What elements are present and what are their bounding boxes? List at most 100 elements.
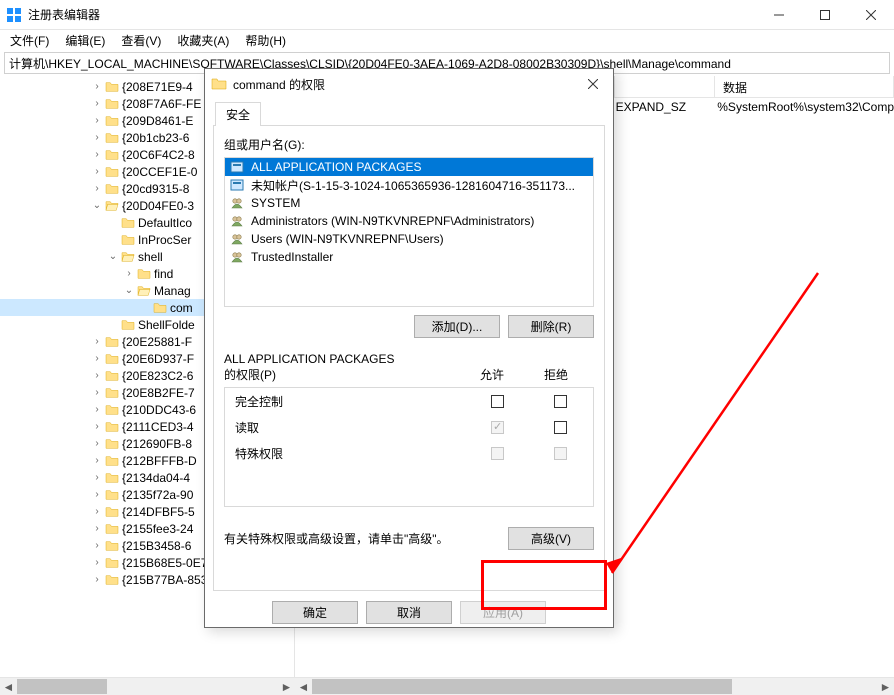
dialog-title: command 的权限 bbox=[233, 76, 325, 93]
deny-checkbox bbox=[554, 447, 567, 460]
group-item-label: Administrators (WIN-N9TKVNREPNF\Administ… bbox=[251, 214, 534, 228]
scroll-left-icon[interactable]: ◄ bbox=[295, 678, 312, 695]
remove-button[interactable]: 删除(R) bbox=[508, 315, 594, 338]
permissions-dialog: command 的权限 安全 组或用户名(G): ALL APPLICATION… bbox=[204, 68, 614, 628]
chevron-down-icon[interactable]: ⌄ bbox=[122, 285, 136, 296]
col-type[interactable] bbox=[615, 76, 715, 97]
scroll-left-icon[interactable]: ◄ bbox=[0, 678, 17, 695]
permission-label: 特殊权限 bbox=[235, 445, 491, 462]
chevron-right-icon[interactable]: › bbox=[90, 506, 104, 517]
chevron-right-icon[interactable]: › bbox=[90, 115, 104, 126]
deny-checkbox[interactable] bbox=[554, 395, 567, 408]
folder-icon bbox=[104, 131, 120, 145]
tree-item-label: shell bbox=[138, 250, 163, 264]
maximize-button[interactable] bbox=[802, 0, 848, 30]
deny-checkbox[interactable] bbox=[554, 421, 567, 434]
folder-icon bbox=[120, 233, 136, 247]
folder-icon bbox=[104, 114, 120, 128]
scroll-right-icon[interactable]: ► bbox=[877, 678, 894, 695]
folder-icon bbox=[104, 505, 120, 519]
folder-icon bbox=[136, 284, 152, 298]
allow-checkbox[interactable] bbox=[491, 395, 504, 408]
chevron-right-icon[interactable]: › bbox=[90, 489, 104, 500]
group-item[interactable]: Users (WIN-N9TKVNREPNF\Users) bbox=[225, 230, 593, 248]
folder-icon bbox=[104, 454, 120, 468]
folder-icon bbox=[104, 369, 120, 383]
tree-item-label: {20b1cb23-6 bbox=[122, 131, 189, 145]
folder-icon bbox=[104, 522, 120, 536]
folder-icon bbox=[104, 403, 120, 417]
group-item[interactable]: SYSTEM bbox=[225, 194, 593, 212]
col-data[interactable]: 数据 bbox=[715, 76, 894, 97]
folder-icon bbox=[104, 437, 120, 451]
chevron-right-icon[interactable]: › bbox=[90, 132, 104, 143]
chevron-right-icon[interactable]: › bbox=[90, 455, 104, 466]
chevron-right-icon[interactable]: › bbox=[90, 166, 104, 177]
folder-icon bbox=[120, 250, 136, 264]
tree-item-label: {2155fee3-24 bbox=[122, 522, 193, 536]
chevron-right-icon[interactable]: › bbox=[90, 353, 104, 364]
group-item[interactable]: TrustedInstaller bbox=[225, 248, 593, 266]
chevron-right-icon[interactable]: › bbox=[122, 268, 136, 279]
chevron-right-icon[interactable]: › bbox=[90, 370, 104, 381]
chevron-right-icon[interactable]: › bbox=[90, 387, 104, 398]
menu-file[interactable]: 文件(F) bbox=[4, 30, 55, 51]
folder-icon bbox=[104, 488, 120, 502]
close-button[interactable] bbox=[848, 0, 894, 30]
chevron-right-icon[interactable]: › bbox=[90, 98, 104, 109]
chevron-right-icon[interactable]: › bbox=[90, 421, 104, 432]
folder-icon bbox=[152, 301, 168, 315]
chevron-right-icon[interactable]: › bbox=[90, 336, 104, 347]
group-item-label: ALL APPLICATION PACKAGES bbox=[251, 160, 422, 174]
tree-item-label: {20E8B2FE-7 bbox=[122, 386, 195, 400]
tab-page: 组或用户名(G): ALL APPLICATION PACKAGES未知帐户(S… bbox=[213, 125, 605, 591]
tree-item-label: {20E823C2-6 bbox=[122, 369, 193, 383]
bottom-scrollbars: ◄ ► ◄ ► bbox=[0, 677, 894, 695]
chevron-right-icon[interactable]: › bbox=[90, 438, 104, 449]
chevron-right-icon[interactable]: › bbox=[90, 472, 104, 483]
add-button[interactable]: 添加(D)... bbox=[414, 315, 500, 338]
ok-button[interactable]: 确定 bbox=[272, 601, 358, 624]
permission-row: 特殊权限 bbox=[225, 440, 593, 466]
dialog-close-button[interactable] bbox=[573, 70, 613, 98]
folder-icon bbox=[120, 318, 136, 332]
chevron-down-icon[interactable]: ⌄ bbox=[106, 251, 120, 262]
advanced-button[interactable]: 高级(V) bbox=[508, 527, 594, 550]
tab-security[interactable]: 安全 bbox=[215, 102, 261, 126]
chevron-right-icon[interactable]: › bbox=[90, 523, 104, 534]
apply-button[interactable]: 应用(A) bbox=[460, 601, 546, 624]
permission-label: 读取 bbox=[235, 419, 491, 436]
chevron-right-icon[interactable]: › bbox=[90, 183, 104, 194]
scroll-right-icon[interactable]: ► bbox=[278, 678, 295, 695]
tree-item-label: {209D8461-E bbox=[122, 114, 193, 128]
group-icon bbox=[229, 232, 245, 246]
menu-help[interactable]: 帮助(H) bbox=[239, 30, 292, 51]
chevron-right-icon[interactable]: › bbox=[90, 404, 104, 415]
cancel-button[interactable]: 取消 bbox=[366, 601, 452, 624]
chevron-right-icon[interactable]: › bbox=[90, 557, 104, 568]
group-icon bbox=[229, 214, 245, 228]
folder-icon bbox=[104, 199, 120, 213]
chevron-right-icon[interactable]: › bbox=[90, 149, 104, 160]
chevron-right-icon[interactable]: › bbox=[90, 540, 104, 551]
minimize-button[interactable] bbox=[756, 0, 802, 30]
chevron-right-icon[interactable]: › bbox=[90, 81, 104, 92]
group-listbox[interactable]: ALL APPLICATION PACKAGES 未知帐户(S-1-15-3-10… bbox=[224, 157, 594, 307]
group-item[interactable]: Administrators (WIN-N9TKVNREPNF\Administ… bbox=[225, 212, 593, 230]
group-item[interactable]: ALL APPLICATION PACKAGES bbox=[225, 158, 593, 176]
chevron-down-icon[interactable]: ⌄ bbox=[90, 200, 104, 211]
menu-view[interactable]: 查看(V) bbox=[115, 30, 167, 51]
group-item[interactable]: 未知帐户(S-1-15-3-1024-1065365936-1281604716… bbox=[225, 176, 593, 194]
tree-item-label: {214DFBF5-5 bbox=[122, 505, 195, 519]
menu-edit[interactable]: 编辑(E) bbox=[59, 30, 111, 51]
tree-item-label: {210DDC43-6 bbox=[122, 403, 196, 417]
folder-icon bbox=[104, 335, 120, 349]
chevron-right-icon[interactable]: › bbox=[90, 574, 104, 585]
tree-item-label: {212BFFFB-D bbox=[122, 454, 197, 468]
tree-hscroll[interactable]: ◄ ► bbox=[0, 677, 295, 695]
title-bar: 注册表编辑器 bbox=[0, 0, 894, 30]
value-hscroll[interactable]: ◄ ► bbox=[295, 677, 894, 695]
menu-favorites[interactable]: 收藏夹(A) bbox=[171, 30, 235, 51]
permission-row: 读取 bbox=[225, 414, 593, 440]
permissions-listbox[interactable]: 完全控制读取特殊权限 bbox=[224, 387, 594, 507]
